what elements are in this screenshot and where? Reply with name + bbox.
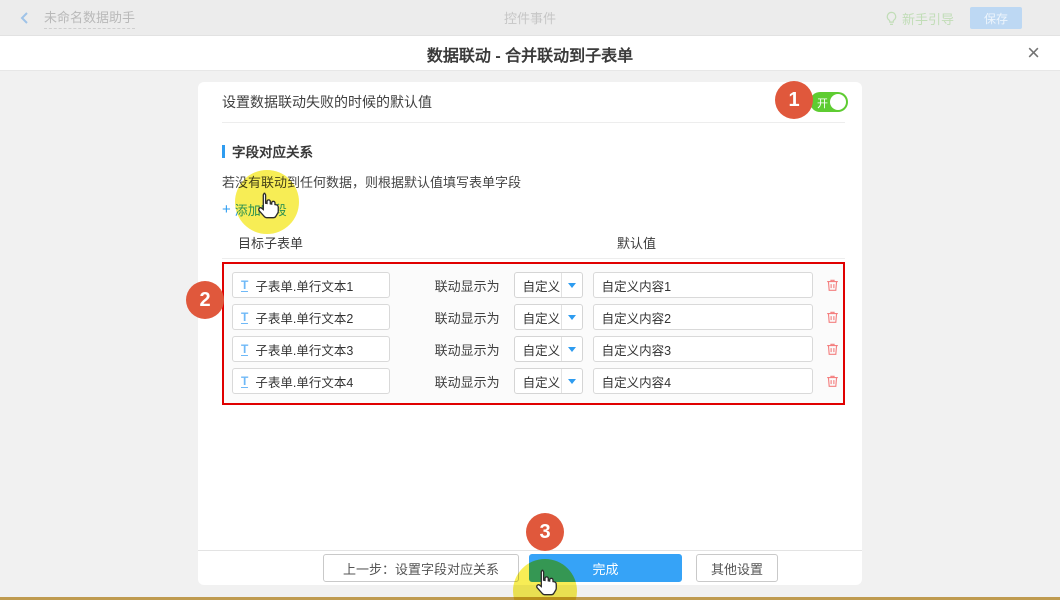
target-field-value: 子表单.单行文本1 (255, 276, 353, 295)
text-field-icon: T (241, 311, 248, 324)
mode-select[interactable]: 自定义 (514, 368, 583, 394)
mapping-rows-annotated-outline: T 子表单.单行文本1 联动显示为 自定义 T 子表单.单行文本2 联 (222, 262, 845, 405)
default-value-setting-row: 设置数据联动失败的时候的默认值 开 (198, 82, 862, 122)
target-field-input[interactable]: T 子表单.单行文本3 (232, 336, 390, 362)
column-headers: 目标子表单 默认值 (198, 233, 862, 250)
delete-row-button[interactable] (825, 308, 843, 326)
annotation-badge-1: 1 (775, 81, 813, 119)
field-mapping-section-title: 字段对应关系 (222, 141, 862, 161)
text-field-icon: T (241, 343, 248, 356)
mapping-row-3: T 子表单.单行文本3 联动显示为 自定义 (232, 336, 843, 362)
target-field-input[interactable]: T 子表单.单行文本2 (232, 304, 390, 330)
link-display-label: 联动显示为 (435, 340, 500, 359)
mapping-description: 若没有联动到任何数据，则根据默认值填写表单字段 (222, 172, 862, 191)
mode-select-value: 自定义 (515, 273, 561, 297)
mode-select[interactable]: 自定义 (514, 272, 583, 298)
other-settings-button[interactable]: 其他设置 (696, 554, 778, 582)
trash-icon (825, 309, 840, 325)
chevron-down-icon (561, 337, 582, 361)
mode-select-value: 自定义 (515, 369, 561, 393)
mapping-row-4: T 子表单.单行文本4 联动显示为 自定义 (232, 368, 843, 394)
chevron-left-icon (18, 11, 32, 25)
target-field-value: 子表单.单行文本2 (255, 308, 353, 327)
annotation-badge-2: 2 (186, 281, 224, 319)
delete-row-button[interactable] (825, 276, 843, 294)
chevron-down-icon (561, 369, 582, 393)
mode-select[interactable]: 自定义 (514, 304, 583, 330)
screen: 未命名数据助手 控件事件 新手引导 保存 数据联动 - 合并联动到子表单 × 设… (0, 0, 1060, 600)
delete-row-button[interactable] (825, 340, 843, 358)
settings-card: 设置数据联动失败的时候的默认值 开 字段对应关系 若没有联动到任何数据，则根据默… (198, 82, 862, 585)
trash-icon (825, 341, 840, 357)
hand-cursor-icon (252, 189, 282, 221)
chevron-down-icon (561, 305, 582, 329)
close-icon[interactable]: × (1027, 39, 1040, 67)
chevron-down-icon (561, 273, 582, 297)
default-value-toggle[interactable]: 开 (810, 92, 848, 112)
divider (222, 258, 845, 259)
default-value-input[interactable] (593, 272, 814, 298)
default-value-input[interactable] (593, 304, 814, 330)
default-value-setting-label: 设置数据联动失败的时候的默认值 (222, 92, 432, 112)
trash-icon (825, 373, 840, 389)
default-column-header: 默认值 (617, 233, 656, 252)
dialog-title: 数据联动 - 合并联动到子表单 (0, 36, 1060, 71)
mode-select[interactable]: 自定义 (514, 336, 583, 362)
divider (222, 122, 845, 123)
default-value-input[interactable] (593, 336, 814, 362)
back-button[interactable] (18, 10, 34, 26)
mapping-row-1: T 子表单.单行文本1 联动显示为 自定义 (232, 272, 843, 298)
target-field-input[interactable]: T 子表单.单行文本1 (232, 272, 390, 298)
plus-icon: + (222, 201, 231, 218)
beginner-guide-label: 新手引导 (902, 9, 954, 28)
assistant-name-label[interactable]: 未命名数据助手 (44, 7, 135, 29)
toggle-knob (830, 94, 846, 110)
default-value-input[interactable] (593, 368, 814, 394)
annotation-badge-3: 3 (526, 513, 564, 551)
trash-icon (825, 277, 840, 293)
link-display-label: 联动显示为 (435, 308, 500, 327)
text-field-icon: T (241, 375, 248, 388)
save-button[interactable]: 保存 (970, 7, 1022, 29)
link-display-label: 联动显示为 (435, 276, 500, 295)
toggle-on-label: 开 (817, 95, 828, 111)
previous-step-button[interactable]: 上一步：设置字段对应关系 (323, 554, 519, 582)
mode-select-value: 自定义 (515, 337, 561, 361)
text-field-icon: T (241, 279, 248, 292)
lightbulb-icon (885, 11, 898, 26)
link-display-label: 联动显示为 (435, 372, 500, 391)
mode-select-value: 自定义 (515, 305, 561, 329)
target-column-header: 目标子表单 (238, 236, 303, 251)
beginner-guide-link[interactable]: 新手引导 (885, 9, 954, 28)
target-field-value: 子表单.单行文本3 (255, 340, 353, 359)
mapping-row-2: T 子表单.单行文本2 联动显示为 自定义 (232, 304, 843, 330)
delete-row-button[interactable] (825, 372, 843, 390)
target-field-input[interactable]: T 子表单.单行文本4 (232, 368, 390, 394)
top-app-bar: 未命名数据助手 控件事件 新手引导 保存 (0, 0, 1060, 36)
dialog-header: 数据联动 - 合并联动到子表单 × (0, 36, 1060, 71)
hand-cursor-icon (530, 566, 560, 598)
section-accent-bar (222, 145, 225, 158)
target-field-value: 子表单.单行文本4 (255, 372, 353, 391)
